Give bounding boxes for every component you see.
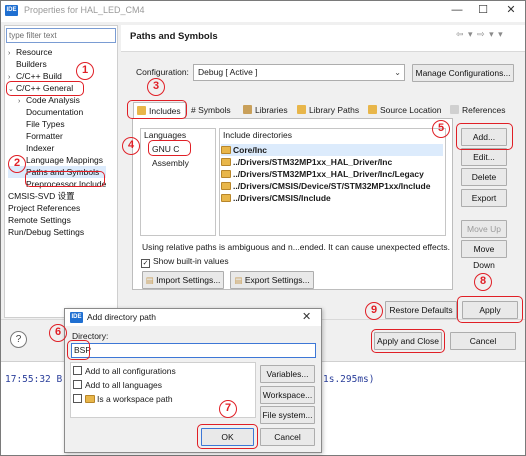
tab-source-location[interactable]: Source Location	[365, 102, 444, 118]
close-icon[interactable]: ✕	[502, 3, 520, 18]
highlight-apply-button	[457, 296, 523, 323]
tab-references[interactable]: References	[447, 102, 508, 118]
annotation-5: 5	[432, 120, 450, 138]
edit-button[interactable]: Edit...	[461, 148, 507, 166]
chevron-down-icon: ⌄	[394, 68, 401, 77]
highlight-ok-button	[197, 424, 258, 449]
languages-header: Languages	[144, 130, 187, 140]
tab-libraries[interactable]: Libraries	[240, 102, 291, 118]
dialog-cancel-button[interactable]: Cancel	[260, 428, 315, 446]
tab-library-paths[interactable]: Library Paths	[294, 102, 362, 118]
add-to-all-configurations-checkbox[interactable]: Add to all configurations	[73, 366, 176, 376]
references-icon	[450, 105, 459, 114]
dialog-close-icon[interactable]: ✕	[302, 310, 311, 323]
highlight-directory-input	[67, 340, 90, 360]
import-icon: ▤	[145, 275, 157, 285]
folder-icon	[221, 194, 231, 202]
tree-item-file-types[interactable]: File Types	[8, 118, 106, 130]
tree-item-indexer[interactable]: Indexer	[8, 142, 106, 154]
highlight-apply-and-close-button	[371, 329, 445, 353]
delete-button[interactable]: Delete	[461, 168, 507, 186]
folder-icon	[221, 158, 231, 166]
annotation-7: 7	[219, 400, 237, 418]
include-dir-item[interactable]: Core/Inc	[221, 144, 443, 156]
folder-icon	[368, 105, 377, 114]
annotation-8: 8	[474, 273, 492, 291]
restore-defaults-button[interactable]: Restore Defaults	[385, 301, 457, 319]
include-directories-items: Core/Inc ../Drivers/STM32MP1xx_HAL_Drive…	[221, 144, 443, 204]
highlight-cpp-general	[6, 81, 84, 96]
configuration-select[interactable]: Debug [ Active ] ⌄	[193, 64, 405, 81]
file-system-button[interactable]: File system...	[260, 406, 315, 424]
move-up-button[interactable]: Move Up	[461, 220, 507, 238]
tab-symbols[interactable]: # Symbols	[188, 102, 234, 118]
tree-item-formatter[interactable]: Formatter	[8, 130, 106, 142]
highlight-add-button	[456, 123, 513, 150]
workspace-path-checkbox[interactable]: Is a workspace path	[73, 394, 173, 404]
console-line-right: 1s.295ms)	[323, 374, 375, 385]
tree-item-cmsis-svd[interactable]: CMSIS-SVD 设置	[8, 190, 106, 202]
dialog-title: Add directory path	[87, 312, 156, 322]
import-settings-button[interactable]: ▤ Import Settings...	[142, 271, 224, 289]
folder-icon	[221, 170, 231, 178]
tree-item-run-debug-settings[interactable]: Run/Debug Settings	[8, 226, 106, 238]
help-icon[interactable]: ?	[10, 331, 27, 348]
relative-paths-notice: Using relative paths is ambiguous and n.…	[142, 242, 450, 252]
cancel-button[interactable]: Cancel	[450, 332, 516, 350]
folder-icon	[85, 395, 95, 403]
highlight-paths-and-symbols	[25, 171, 105, 187]
annotation-2: 2	[8, 155, 26, 173]
highlight-gnu-c	[148, 140, 191, 156]
annotation-1: 1	[76, 62, 94, 80]
highlight-includes-tab	[127, 100, 187, 119]
folder-icon	[221, 146, 231, 154]
configuration-label: Configuration:	[136, 67, 189, 77]
tree-item-resource[interactable]: › Resource	[8, 46, 106, 58]
language-item-assembly[interactable]: Assembly	[152, 158, 189, 168]
show-builtin-checkbox[interactable]: ✓ Show built-in values	[141, 256, 229, 268]
maximize-icon[interactable]: ☐	[474, 3, 492, 18]
include-directories-header: Include directories	[223, 130, 292, 140]
history-nav-icons[interactable]: ⇦ ▾ ⇨ ▾ ▾	[456, 29, 504, 40]
page-title: Paths and Symbols	[130, 31, 218, 42]
include-dir-item[interactable]: ../Drivers/CMSIS/Include	[221, 192, 443, 204]
tree-item-project-references[interactable]: Project References	[8, 202, 106, 214]
move-down-button[interactable]: Move Down	[461, 240, 507, 270]
export-button[interactable]: Export	[461, 189, 507, 207]
console-line-left: 17:55:32 B	[5, 374, 63, 385]
ide-app-icon: IDE	[70, 312, 83, 323]
annotation-6: 6	[49, 324, 67, 342]
export-settings-button[interactable]: ▤ Export Settings...	[230, 271, 314, 289]
folder-icon	[297, 105, 306, 114]
folder-icon	[221, 182, 231, 190]
export-icon: ▤	[234, 275, 245, 285]
minimize-icon[interactable]: —	[448, 3, 466, 18]
annotation-9: 9	[365, 302, 383, 320]
chevron-right-icon[interactable]: ›	[18, 96, 26, 108]
annotation-4: 4	[122, 137, 140, 155]
add-to-all-languages-checkbox[interactable]: Add to all languages	[73, 380, 162, 390]
variables-button[interactable]: Variables...	[260, 365, 315, 383]
annotation-3: 3	[147, 78, 165, 96]
tree-item-remote-settings[interactable]: Remote Settings	[8, 214, 106, 226]
libraries-icon	[243, 105, 252, 114]
include-dir-item[interactable]: ../Drivers/STM32MP1xx_HAL_Driver/Inc	[221, 156, 443, 168]
directory-input[interactable]: BSP	[71, 343, 316, 358]
manage-configurations-button[interactable]: Manage Configurations...	[412, 64, 514, 82]
checkbox-checked-icon[interactable]: ✓	[141, 259, 150, 268]
workspace-button[interactable]: Workspace...	[260, 386, 315, 404]
include-dir-item[interactable]: ../Drivers/STM32MP1xx_HAL_Driver/Inc/Leg…	[221, 168, 443, 180]
window-title: Properties for HAL_LED_CM4	[24, 5, 145, 15]
filter-input[interactable]: type filter text	[6, 28, 116, 43]
ide-app-icon: IDE	[5, 5, 18, 16]
include-dir-item[interactable]: ../Drivers/CMSIS/Device/ST/STM32MP1xx/In…	[221, 180, 443, 192]
